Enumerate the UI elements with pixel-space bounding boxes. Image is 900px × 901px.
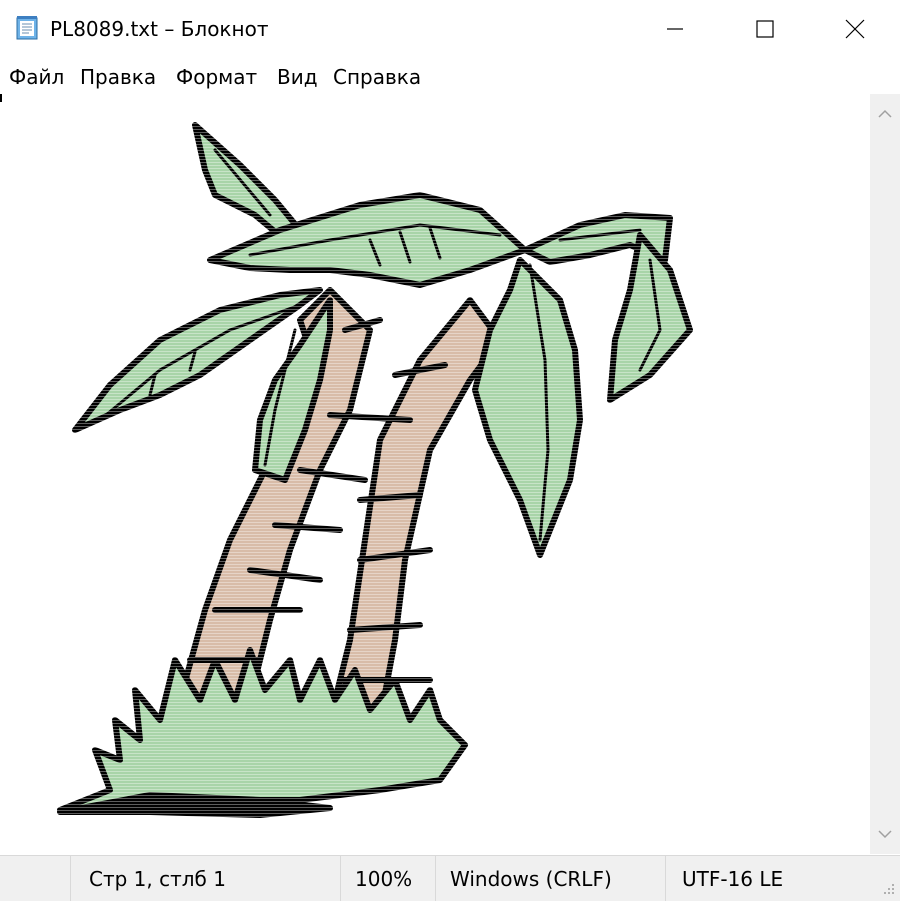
status-line-endings-segment: Windows (CRLF) [435, 856, 666, 901]
notepad-icon [16, 16, 38, 40]
status-cursor-position: Стр 1, стлб 1 [89, 867, 226, 891]
minimize-button[interactable] [630, 0, 720, 58]
resize-grip-icon[interactable] [880, 880, 896, 896]
menu-view[interactable]: Вид [277, 65, 318, 89]
maximize-button[interactable] [720, 0, 810, 58]
status-line-endings: Windows (CRLF) [450, 867, 612, 891]
menu-edit[interactable]: Правка [80, 65, 156, 89]
menu-bar: Файл Правка Формат Вид Справка [0, 60, 900, 94]
menu-help[interactable]: Справка [333, 65, 421, 89]
palm-trees-ascii-art [0, 94, 870, 854]
status-zoom-segment: 100% [340, 856, 436, 901]
menu-format[interactable]: Формат [176, 65, 257, 89]
status-zoom: 100% [355, 867, 413, 891]
close-icon [845, 19, 865, 39]
status-position-segment: Стр 1, стлб 1 [70, 856, 341, 901]
close-button[interactable] [810, 0, 900, 58]
status-encoding: UTF-16 LE [682, 867, 784, 891]
vertical-scrollbar[interactable] [870, 94, 900, 854]
window-title: PL8089.txt – Блокнот [50, 17, 269, 41]
maximize-icon [756, 20, 774, 38]
chevron-up-icon [878, 109, 892, 118]
status-bar: Стр 1, стлб 1 100% Windows (CRLF) UTF-16… [0, 855, 900, 901]
title-bar: PL8089.txt – Блокнот [0, 0, 900, 58]
scroll-up-button[interactable] [870, 94, 900, 134]
chevron-down-icon [878, 830, 892, 839]
minimize-icon [667, 28, 683, 30]
text-cursor [0, 94, 2, 102]
status-encoding-segment: UTF-16 LE [665, 856, 900, 901]
menu-file[interactable]: Файл [9, 65, 64, 89]
scroll-down-button[interactable] [870, 814, 900, 854]
text-editor-area[interactable] [0, 94, 870, 854]
